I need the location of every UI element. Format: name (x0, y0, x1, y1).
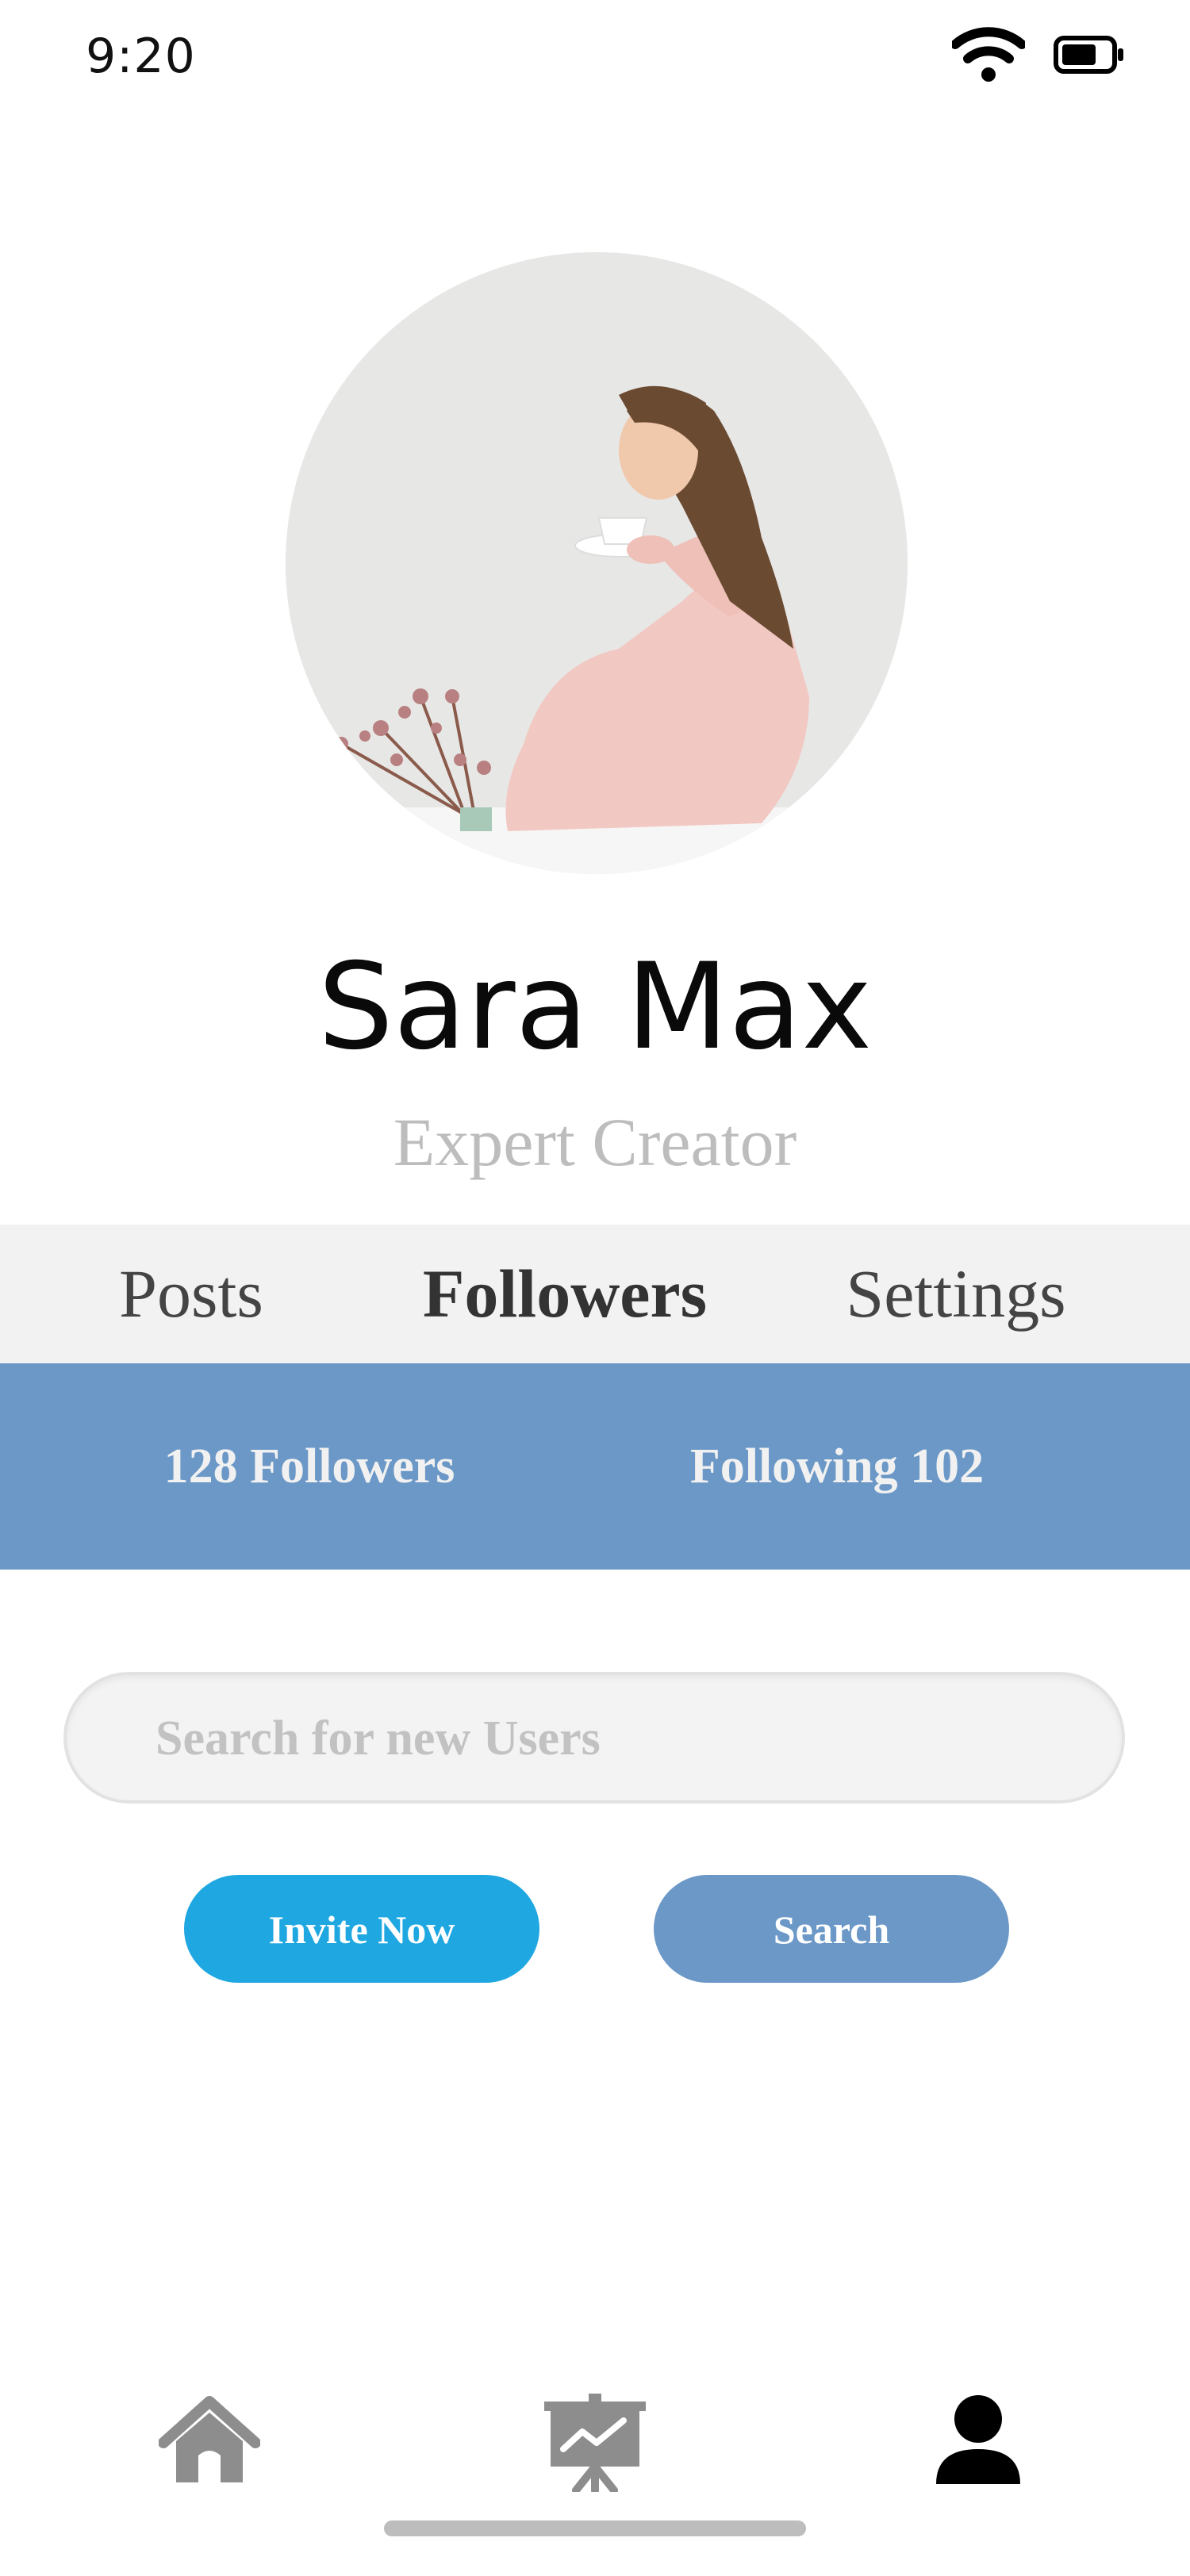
tab-settings[interactable]: Settings (747, 1225, 1165, 1363)
following-count[interactable]: Following 102 (571, 1363, 1103, 1570)
user-icon[interactable] (936, 2395, 1020, 2488)
profile-name: Sara Max (317, 938, 873, 1076)
home-indicator[interactable] (384, 2520, 806, 2536)
status-time: 9:20 (86, 29, 196, 84)
wifi-icon (950, 27, 1027, 86)
profile-tab-bar: Posts Followers Settings (0, 1225, 1190, 1363)
invite-now-button[interactable]: Invite Now (184, 1875, 539, 1983)
search-field-container (63, 1672, 1125, 1804)
status-bar: 9:20 (0, 0, 1190, 111)
tab-followers[interactable]: Followers (382, 1225, 747, 1363)
followers-count[interactable]: 128 Followers (0, 1363, 619, 1570)
home-icon[interactable] (158, 2395, 261, 2491)
presentation-chart-icon[interactable] (544, 2394, 646, 2496)
status-icons (950, 27, 1125, 86)
tab-posts[interactable]: Posts (0, 1225, 382, 1363)
profile-avatar (286, 252, 908, 874)
battery-icon (1054, 36, 1125, 78)
follow-stats-banner: 128 Followers Following 102 (0, 1363, 1190, 1570)
search-button[interactable]: Search (654, 1875, 1009, 1983)
profile-role: Expert Creator (393, 1104, 797, 1180)
search-input[interactable] (154, 1675, 1069, 1802)
